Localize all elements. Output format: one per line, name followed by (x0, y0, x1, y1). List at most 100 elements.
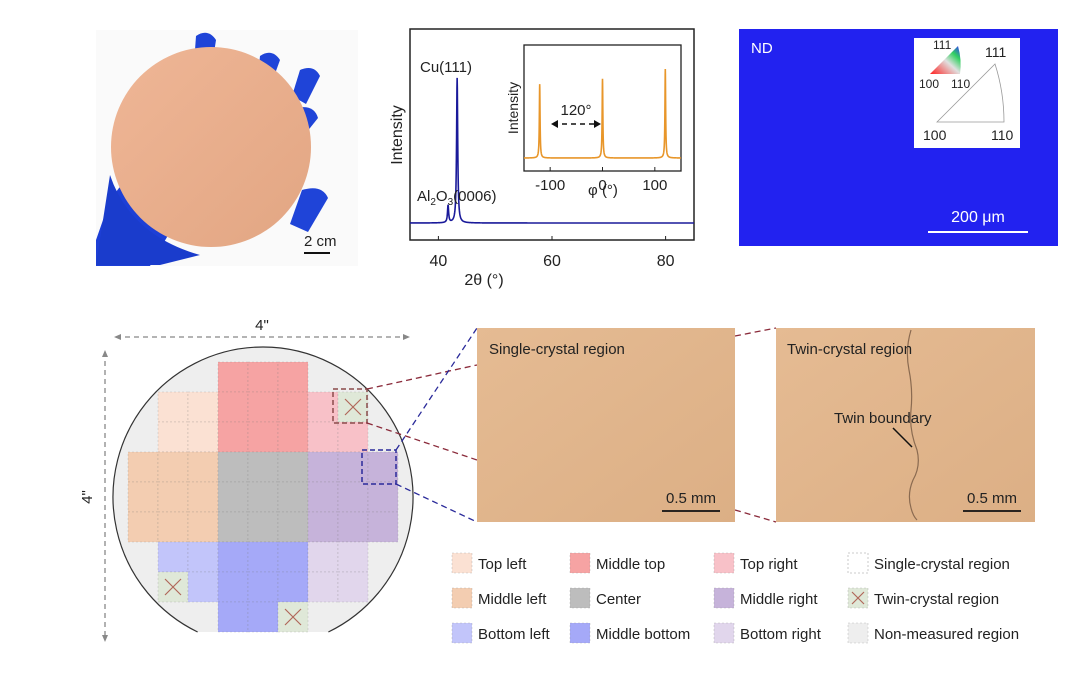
wafer-cell (247, 361, 279, 393)
wafer-cell (157, 391, 189, 423)
wafer-cell (247, 451, 279, 483)
legend-item: Middle bottom (569, 622, 690, 644)
legend-swatch (569, 552, 591, 574)
legend-label: Bottom right (740, 626, 822, 643)
wafer-cell (217, 511, 249, 543)
wafer-cell (277, 541, 309, 573)
twin-boundary-label: Twin boundary (834, 410, 932, 427)
wafer-cell (307, 481, 339, 513)
legend-item: Bottom right (713, 622, 822, 644)
legend-swatch (847, 552, 869, 574)
wafer-cell (277, 421, 309, 453)
wafer-cell (157, 451, 189, 483)
wafer-cell (337, 541, 369, 573)
wafer-cell (187, 541, 219, 573)
wafer-cell (217, 421, 249, 453)
wafer-cell (157, 421, 189, 453)
wafer-cell (337, 451, 369, 483)
wafer-cell (277, 451, 309, 483)
micrograph-twin-crystal: Twin boundary Twin-crystal region 0.5 mm (776, 328, 1035, 522)
wafer-cell (367, 451, 399, 483)
inset-x-axis-label: φ (°) (588, 182, 618, 199)
legend-swatch (451, 587, 473, 609)
micrograph-title: Single-crystal region (489, 341, 625, 358)
wafer-cell (277, 361, 309, 393)
wafer-cell (187, 421, 219, 453)
legend-label: Non-measured region (874, 626, 1019, 643)
wafer-cell (217, 541, 249, 573)
wafer-cell (247, 421, 279, 453)
wafer-cell (337, 571, 369, 603)
legend-item: Top left (451, 552, 527, 574)
wafer-cell (217, 451, 249, 483)
wafer-cell (247, 391, 279, 423)
legend-swatch (847, 622, 869, 644)
wafer-cell (277, 391, 309, 423)
legend-swatch (569, 622, 591, 644)
wafer-cell (127, 451, 159, 483)
micrograph-single-crystal: Single-crystal region 0.5 mm (477, 328, 735, 522)
legend-label: Center (596, 591, 641, 608)
legend-label: Top right (740, 556, 798, 573)
legend-swatch (713, 587, 735, 609)
legend-swatch (451, 552, 473, 574)
ebsd-scale-bar-label: 200 μm (951, 209, 1005, 226)
x-tick-label: 40 (430, 253, 448, 270)
wafer-cell (337, 481, 369, 513)
xrd-x-axis-label: 2θ (°) (464, 272, 503, 289)
micrograph-scale-bar-label: 0.5 mm (666, 490, 716, 507)
legend-label: Middle right (740, 591, 818, 608)
inset-annotation: 120° (560, 102, 591, 119)
copper-wafer (111, 47, 311, 247)
wafer-cell (217, 361, 249, 393)
legend-label: Top left (478, 556, 527, 573)
micrograph-title: Twin-crystal region (787, 341, 912, 358)
wafer-map: 4" 4" (79, 317, 414, 642)
legend-item: Non-measured region (847, 622, 1019, 644)
legend-item: Top right (713, 552, 798, 574)
x-tick-label: 80 (657, 253, 675, 270)
width-label: 4" (255, 317, 269, 334)
legend-label: Middle bottom (596, 626, 690, 643)
wafer-cell (157, 511, 189, 543)
figure: 2 cm 40 60 80 2θ (°) Intensity Cu(111) Al2… (79, 28, 1058, 644)
wafer-cell (247, 511, 279, 543)
wafer-cell (307, 511, 339, 543)
x-tick-label: 100 (642, 177, 667, 194)
wafer-cell (187, 481, 219, 513)
legend-item: Bottom left (451, 622, 551, 644)
wafer-cell (157, 481, 189, 513)
wafer-cell (277, 481, 309, 513)
xrd-chart: 40 60 80 2θ (°) Intensity Cu(111) Al2O3(00… (389, 28, 695, 289)
legend-label: Bottom left (478, 626, 551, 643)
wafer-cell (277, 511, 309, 543)
wafer-cell (127, 511, 159, 543)
ipf-small-110: 110 (951, 77, 970, 91)
xrd-y-axis-label: Intensity (389, 105, 406, 165)
ipf-large-111: 111 (985, 44, 1006, 60)
wafer-photo: 2 cm (96, 30, 358, 266)
legend-label: Middle left (478, 591, 547, 608)
legend-label: Twin-crystal region (874, 591, 999, 608)
legend-item: Middle top (569, 552, 665, 574)
wafer-cell (367, 481, 399, 513)
peak-label-al2o3: Al2O3(0006) (417, 188, 497, 208)
ipf-large-110: 110 (991, 127, 1014, 143)
x-tick-label: 60 (543, 253, 561, 270)
wafer-cell (217, 481, 249, 513)
wafer-cell (247, 601, 279, 633)
wafer-cell (337, 421, 369, 453)
legend-item: Single-crystal region (847, 552, 1010, 574)
wafer-cell (307, 451, 339, 483)
ipf-small-100: 100 (919, 77, 939, 91)
wafer-cell (277, 571, 309, 603)
wafer-cell (337, 511, 369, 543)
wafer-cell (127, 481, 159, 513)
legend-item: Middle right (713, 587, 818, 609)
legend-item: Twin-crystal region (847, 587, 999, 609)
wafer-legend: Top left Middle top Top right Single-crysta… (451, 552, 1019, 644)
wafer-cell (247, 541, 279, 573)
wafer-cell (187, 571, 219, 603)
wafer-cell (157, 541, 189, 573)
ipf-small-111: 111 (933, 38, 952, 52)
